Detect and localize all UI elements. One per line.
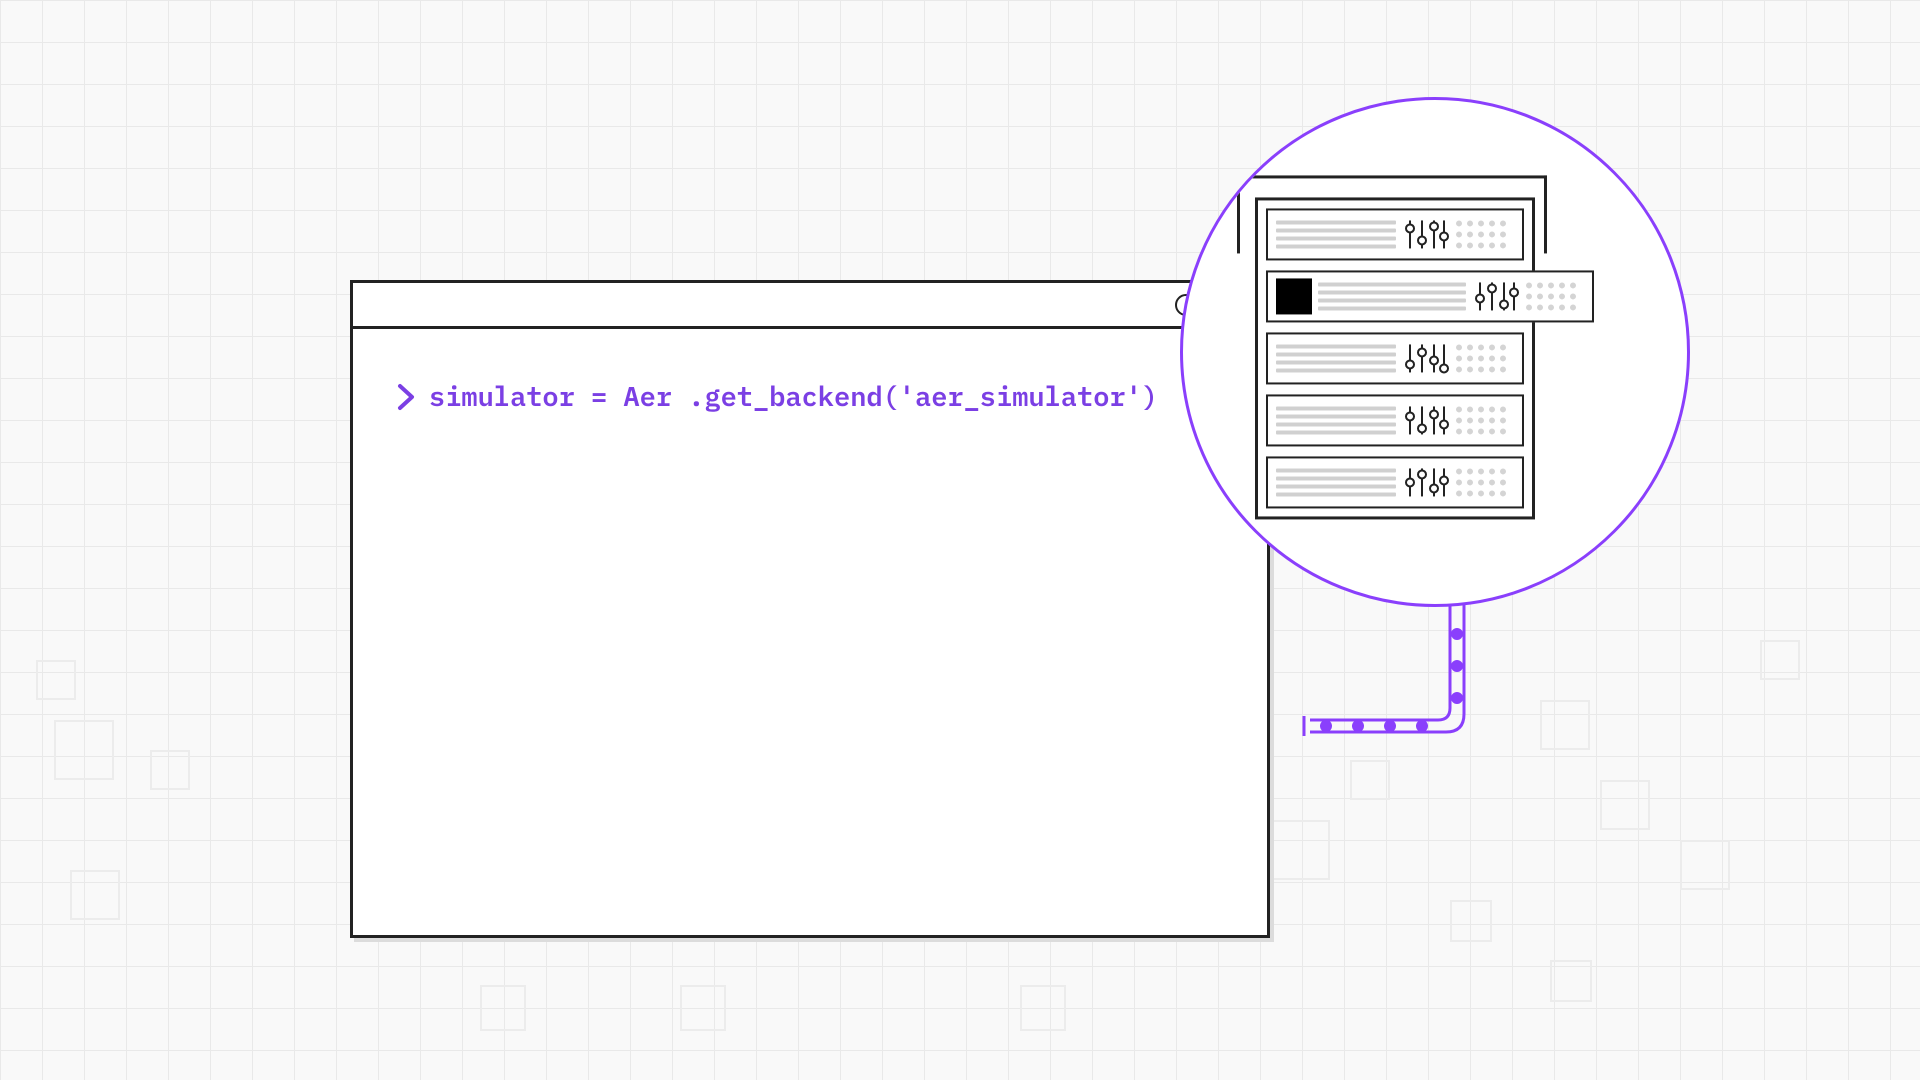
rack-lines-icon [1276,344,1396,372]
rack-lines-icon [1276,406,1396,434]
decor-square [70,870,120,920]
decor-square [150,750,190,790]
led-grid-icon [1456,344,1514,372]
decor-square [1760,640,1800,680]
terminal-body: simulator = Aer .get_backend('aer_simula… [353,329,1267,464]
code-line: simulator = Aer .get_backend('aer_simula… [397,379,1223,414]
rack-lines-icon [1318,282,1466,310]
rack-lines-icon [1276,468,1396,496]
rack-lines-icon [1276,220,1396,248]
decor-square [1350,760,1390,800]
titlebar [353,283,1267,329]
server-rack-1-selected [1266,270,1594,322]
server-rack-0 [1266,208,1524,260]
decor-square [1540,700,1590,750]
prompt-chevron-icon [397,382,417,412]
decor-square [1600,780,1650,830]
server-rack-2 [1266,332,1524,384]
led-grid-icon [1456,220,1514,248]
led-grid-icon [1456,468,1514,496]
magnifier-circle [1180,97,1690,607]
sliders-icon [1402,340,1450,376]
decor-square [480,985,526,1031]
decor-square [1020,985,1066,1031]
server-rack-4 [1266,456,1524,508]
decor-square [680,985,726,1031]
decor-square [1450,900,1492,942]
server-cabinet-front [1255,197,1535,519]
led-grid-icon [1456,406,1514,434]
decor-square [36,660,76,700]
sliders-icon [1402,216,1450,252]
led-grid-icon [1526,282,1584,310]
sliders-icon [1402,464,1450,500]
decor-square [54,720,114,780]
sliders-icon [1402,402,1450,438]
decor-square [1270,820,1330,880]
code-text: simulator = Aer .get_backend('aer_simula… [429,379,1158,414]
terminal-window: simulator = Aer .get_backend('aer_simula… [350,280,1270,938]
decor-square [1550,960,1592,1002]
server-rack-3 [1266,394,1524,446]
sliders-icon [1472,278,1520,314]
active-led-icon [1276,278,1312,314]
decor-square [1680,840,1730,890]
